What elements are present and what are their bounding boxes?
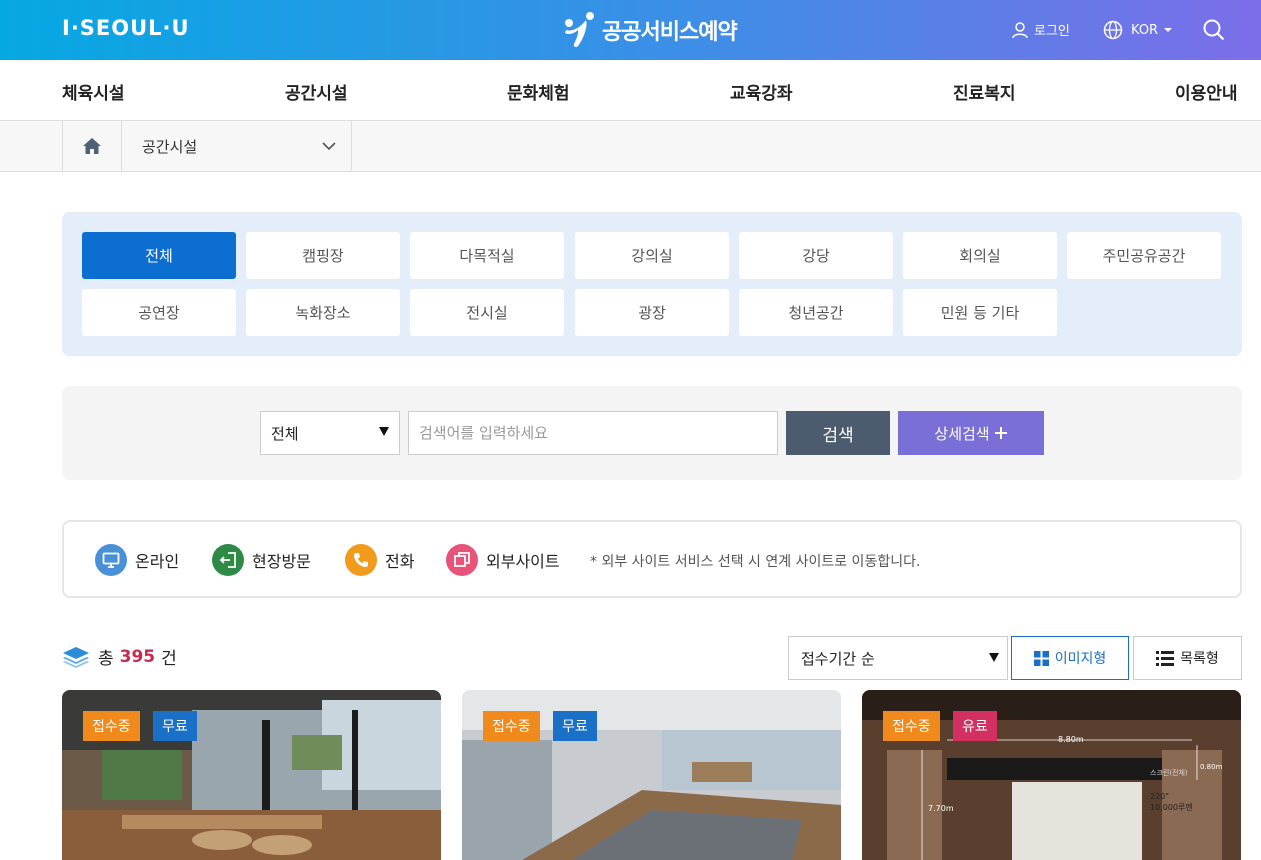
breadcrumb: 공간시설 [0, 121, 1261, 172]
nav-space[interactable]: 공간시설 [285, 79, 348, 104]
category-filter-panel: 전체 캠핑장 다목적실 강의실 강당 회의실 주민공유공간 공연장 녹화장소 전… [62, 212, 1242, 356]
search-scope-value: 전체 [271, 424, 299, 443]
search-scope-select[interactable]: 전체 [260, 411, 400, 455]
category-multipurpose[interactable]: 다목적실 [410, 232, 564, 279]
caret-down-icon [1164, 28, 1173, 32]
legend-external: 외부사이트 [446, 544, 560, 576]
user-icon [1012, 21, 1028, 38]
home-button[interactable] [62, 121, 122, 171]
phone-icon [345, 544, 377, 576]
legend-phone-label: 전화 [385, 552, 415, 571]
facility-card[interactable]: 8.80m 7.70m 0.80m 스크린(전체) 220" 10,000루멘 … [862, 690, 1241, 860]
category-shared-space[interactable]: 주민공유공간 [1067, 232, 1221, 279]
nav-medical[interactable]: 진료복지 [953, 79, 1016, 104]
monitor-icon [95, 544, 127, 576]
status-badge: 접수중 [883, 711, 940, 741]
status-badge: 접수중 [483, 711, 540, 741]
list-view-button[interactable]: 목록형 [1133, 636, 1242, 680]
image-view-button[interactable]: 이미지형 [1011, 636, 1129, 680]
category-auditorium[interactable]: 강당 [739, 232, 893, 279]
result-count: 총 395 건 [62, 644, 177, 669]
category-meeting-room[interactable]: 회의실 [903, 232, 1057, 279]
search-icon [1203, 19, 1225, 41]
header-search-button[interactable] [1203, 19, 1225, 45]
dropdown-arrow-icon [379, 427, 389, 436]
main-navigation: 체육시설 공간시설 문화체험 교육강좌 진료복지 이용안내 [0, 60, 1261, 121]
category-all[interactable]: 전체 [82, 232, 236, 279]
breadcrumb-category-select[interactable]: 공간시설 [122, 121, 352, 171]
category-etc[interactable]: 민원 등 기타 [903, 289, 1057, 336]
category-youth-space[interactable]: 청년공간 [739, 289, 893, 336]
status-badge: 접수중 [83, 711, 140, 741]
screen-size: 220" [1150, 792, 1169, 801]
screen-label: 스크린(전체) [1150, 769, 1188, 777]
result-number: 395 [119, 646, 156, 667]
category-performance-hall[interactable]: 공연장 [82, 289, 236, 336]
language-selector[interactable]: KOR [1103, 20, 1173, 40]
brand-mark-icon [565, 12, 594, 48]
breadcrumb-label: 공간시설 [142, 137, 198, 156]
fee-badge: 무료 [553, 711, 597, 741]
category-camping[interactable]: 캠핑장 [246, 232, 400, 279]
legend-online-label: 온라인 [135, 552, 180, 571]
nav-education[interactable]: 교육강좌 [730, 79, 793, 104]
nav-culture[interactable]: 문화체험 [507, 79, 570, 104]
nav-sports[interactable]: 체육시설 [62, 79, 125, 104]
layers-icon [63, 646, 89, 668]
facility-card[interactable]: 접수중 무료 [62, 690, 441, 860]
chevron-down-icon [322, 142, 336, 151]
category-recording[interactable]: 녹화장소 [246, 289, 400, 336]
sort-value: 접수기간 순 [801, 649, 875, 668]
external-window-icon [446, 544, 478, 576]
fee-badge: 무료 [153, 711, 197, 741]
reservation-method-legend: 온라인 현장방문 전화 외부사이트 * 외부 사이트 서비스 선택 시 연계 사… [62, 520, 1242, 598]
plus-icon [994, 427, 1007, 439]
iseoulu-logo[interactable]: I·SEOUL·U [62, 16, 190, 40]
globe-icon [1103, 20, 1123, 40]
fee-badge: 유료 [953, 711, 997, 741]
door-enter-icon [212, 544, 244, 576]
legend-online: 온라인 [95, 544, 179, 576]
result-prefix: 총 [98, 649, 114, 669]
legend-visit-label: 현장방문 [252, 552, 311, 571]
legend-external-label: 외부사이트 [486, 552, 560, 571]
list-view-label: 목록형 [1180, 651, 1219, 667]
search-panel: 전체 검색 상세검색 [62, 386, 1242, 480]
language-label: KOR [1131, 22, 1159, 38]
category-plaza[interactable]: 광장 [575, 289, 729, 336]
dimension-height: 7.70m [928, 804, 954, 813]
nav-guide[interactable]: 이용안내 [1175, 79, 1238, 104]
dropdown-arrow-icon [989, 653, 999, 662]
sort-select[interactable]: 접수기간 순 [788, 636, 1008, 680]
category-exhibition[interactable]: 전시실 [410, 289, 564, 336]
result-suffix: 건 [161, 649, 177, 669]
legend-phone: 전화 [345, 544, 414, 576]
brand-logo[interactable]: 공공서비스예약 [560, 10, 738, 50]
dimension-depth: 0.80m [1200, 763, 1223, 771]
search-button[interactable]: 검색 [786, 411, 890, 455]
category-lecture-room[interactable]: 강의실 [575, 232, 729, 279]
image-view-label: 이미지형 [1054, 651, 1107, 667]
login-label: 로그인 [1034, 24, 1070, 39]
facility-card[interactable]: 접수중 무료 [462, 690, 841, 860]
login-link[interactable]: 로그인 [1011, 20, 1070, 39]
top-header: I·SEOUL·U 공공서비스예약 로그인 KOR [0, 0, 1261, 60]
brand-title: 공공서비스예약 [602, 20, 738, 45]
detail-search-button[interactable]: 상세검색 [898, 411, 1044, 455]
legend-note: * 외부 사이트 서비스 선택 시 연계 사이트로 이동합니다. [590, 554, 921, 570]
search-input[interactable] [408, 411, 778, 455]
list-icon [1156, 650, 1175, 666]
screen-lumen: 10,000루멘 [1150, 803, 1193, 812]
dimension-width: 8.80m [1058, 735, 1084, 744]
legend-visit: 현장방문 [212, 544, 311, 576]
detail-search-label: 상세검색 [934, 424, 990, 443]
grid-icon [1033, 650, 1049, 666]
home-icon [83, 138, 101, 154]
